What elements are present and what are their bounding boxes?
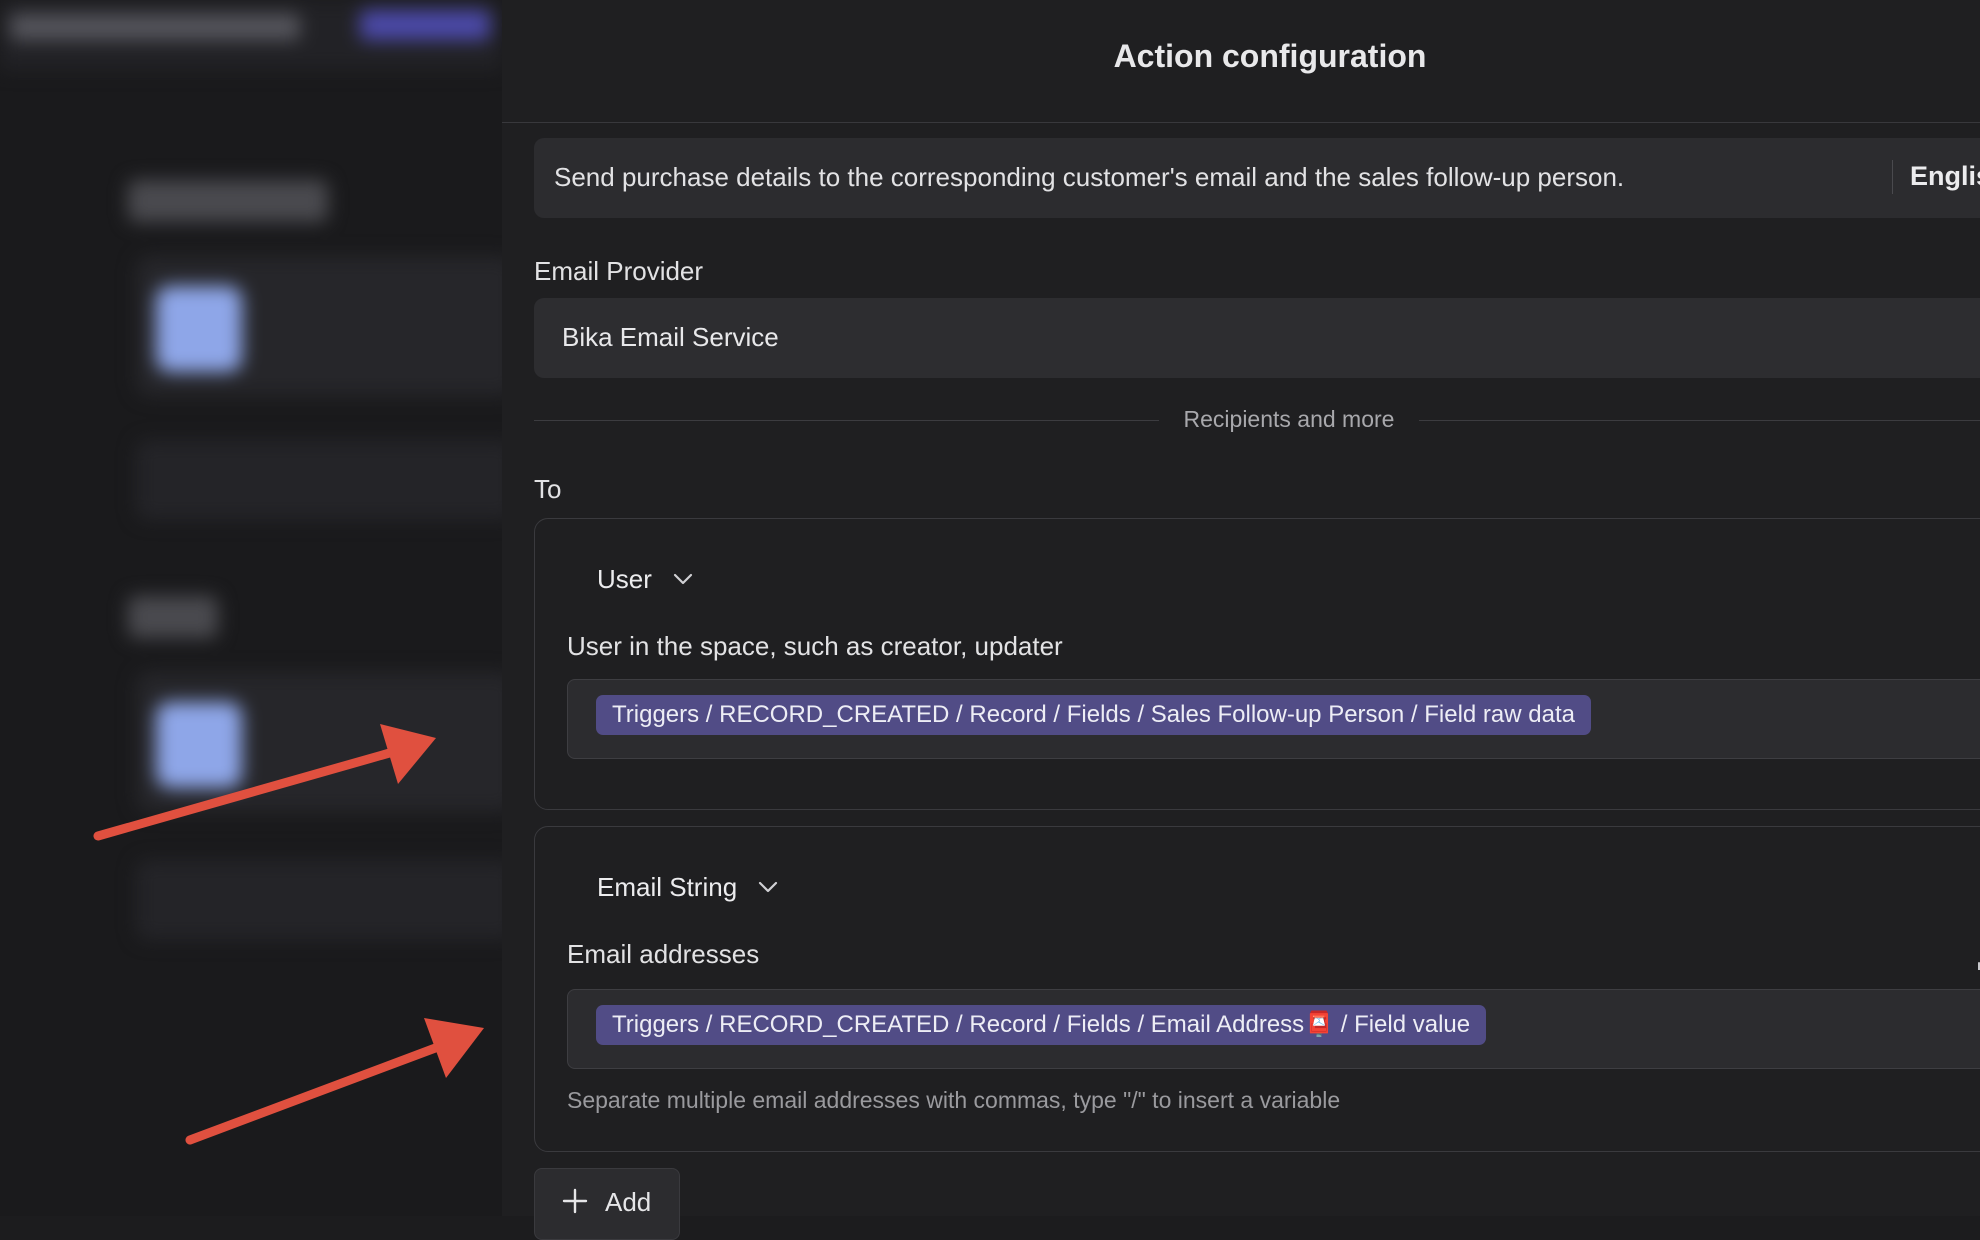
email-provider-select[interactable]: Bika Email Service [534,298,1980,378]
action-configuration-panel: Action configuration Send purchase detai… [502,0,1980,1240]
to-label: To [534,474,562,504]
language-selector[interactable]: English [1910,161,1980,192]
recipient-type-select[interactable]: User [597,559,694,599]
recipient-type-select[interactable]: Email String [597,867,779,907]
email-addresses-label: Email addresses [567,939,760,969]
add-recipient-label: Add [605,1187,652,1217]
plus-icon [562,1188,588,1214]
recipient-type-label: Email String [597,871,738,902]
variable-chip[interactable]: Triggers / RECORD_CREATED / Record / Fie… [596,1005,1487,1045]
variable-chip[interactable]: Triggers / RECORD_CREATED / Record / Fie… [596,695,1591,735]
chevron-down-icon [673,573,693,585]
email-addresses-hint: Separate multiple email addresses with c… [567,1087,1341,1113]
recipients-divider-label: Recipients and more [1183,406,1395,432]
panel-title: Action configuration [1113,38,1427,74]
add-recipient-button[interactable]: Add [534,1168,680,1240]
user-field-label: User in the space, such as creator, upda… [567,631,1063,661]
action-description-field[interactable]: Send purchase details to the correspondi… [534,138,1980,218]
email-variable-input[interactable]: Triggers / RECORD_CREATED / Record / Fie… [567,989,1980,1069]
recipient-card-user: User User in the space, such as creator,… [534,518,1980,810]
user-variable-input[interactable]: Triggers / RECORD_CREATED / Record / Fie… [567,679,1980,759]
recipient-card-email-string: Email String Email addresses Triggers / … [534,826,1980,1152]
panel-header: Action configuration [502,0,1980,123]
expand-icon[interactable] [1975,955,1980,973]
language-separator [1892,160,1893,194]
action-description-text: Send purchase details to the correspondi… [554,162,1625,192]
email-provider-label: Email Provider [534,256,704,286]
recipient-type-label: User [597,563,652,594]
background-app-blurred [0,0,502,1216]
chevron-down-icon [759,881,778,893]
email-provider-value: Bika Email Service [562,322,779,352]
recipients-divider: Recipients and more [534,406,1980,436]
